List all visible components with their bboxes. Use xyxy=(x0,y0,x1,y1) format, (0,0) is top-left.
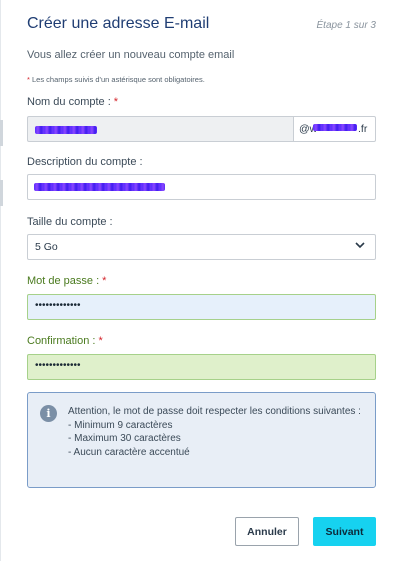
account-name-label: Nom du compte : * xyxy=(27,96,118,108)
chevron-down-icon xyxy=(355,242,365,249)
cancel-button[interactable]: Annuler xyxy=(235,517,299,546)
password-rules-text: Attention, le mot de passe doit respecte… xyxy=(68,405,368,459)
password-rules-intro: Attention, le mot de passe doit respecte… xyxy=(68,406,361,417)
confirmation-input[interactable]: ••••••••••••• xyxy=(27,354,376,380)
account-size-select[interactable]: 5 Go xyxy=(27,234,376,260)
account-name-input[interactable] xyxy=(27,116,294,142)
account-description-label: Description du compte : xyxy=(27,156,143,168)
panel-edge-marker xyxy=(0,180,3,206)
panel-left-edge xyxy=(0,0,1,561)
redacted-domain xyxy=(313,124,357,131)
account-name-label-text: Nom du compte : xyxy=(27,96,111,108)
panel-edge-marker xyxy=(0,120,3,146)
confirmation-value: ••••••••••••• xyxy=(35,360,81,371)
password-rules-alert: i Attention, le mot de passe doit respec… xyxy=(27,392,376,488)
account-description-input[interactable] xyxy=(27,174,376,200)
password-rule: - Maximum 30 caractères xyxy=(68,433,181,444)
password-rule: - Aucun caractère accentué xyxy=(68,446,190,458)
password-label: Mot de passe : * xyxy=(27,275,106,287)
redacted-account-name xyxy=(35,126,97,134)
password-rule: - Minimum 9 caractères xyxy=(68,419,173,431)
next-button[interactable]: Suivant xyxy=(313,517,376,546)
redacted-account-description xyxy=(34,183,165,191)
confirmation-label: Confirmation : * xyxy=(27,335,103,347)
required-mark: * xyxy=(102,275,107,287)
required-note-text: Les champs suivis d'un astérisque sont o… xyxy=(29,75,205,84)
confirmation-label-text: Confirmation : xyxy=(27,335,96,347)
required-fields-note: * Les champs suivis d'un astérisque sont… xyxy=(27,75,205,84)
domain-suffix: .fr xyxy=(358,123,368,135)
password-value: ••••••••••••• xyxy=(35,300,81,311)
info-icon: i xyxy=(40,405,57,422)
password-label-text: Mot de passe : xyxy=(27,275,100,287)
required-mark: * xyxy=(98,335,103,347)
intro-text: Vous allez créer un nouveau compte email xyxy=(27,49,235,61)
account-size-value: 5 Go xyxy=(35,241,58,253)
password-input[interactable]: ••••••••••••• xyxy=(27,294,376,320)
account-size-label: Taille du compte : xyxy=(27,216,113,228)
required-mark: * xyxy=(113,96,119,108)
page-title: Créer une adresse E-mail xyxy=(27,15,210,32)
domain-suffix-box: @w .fr xyxy=(293,116,376,142)
step-indicator: Étape 1 sur 3 xyxy=(316,20,376,31)
